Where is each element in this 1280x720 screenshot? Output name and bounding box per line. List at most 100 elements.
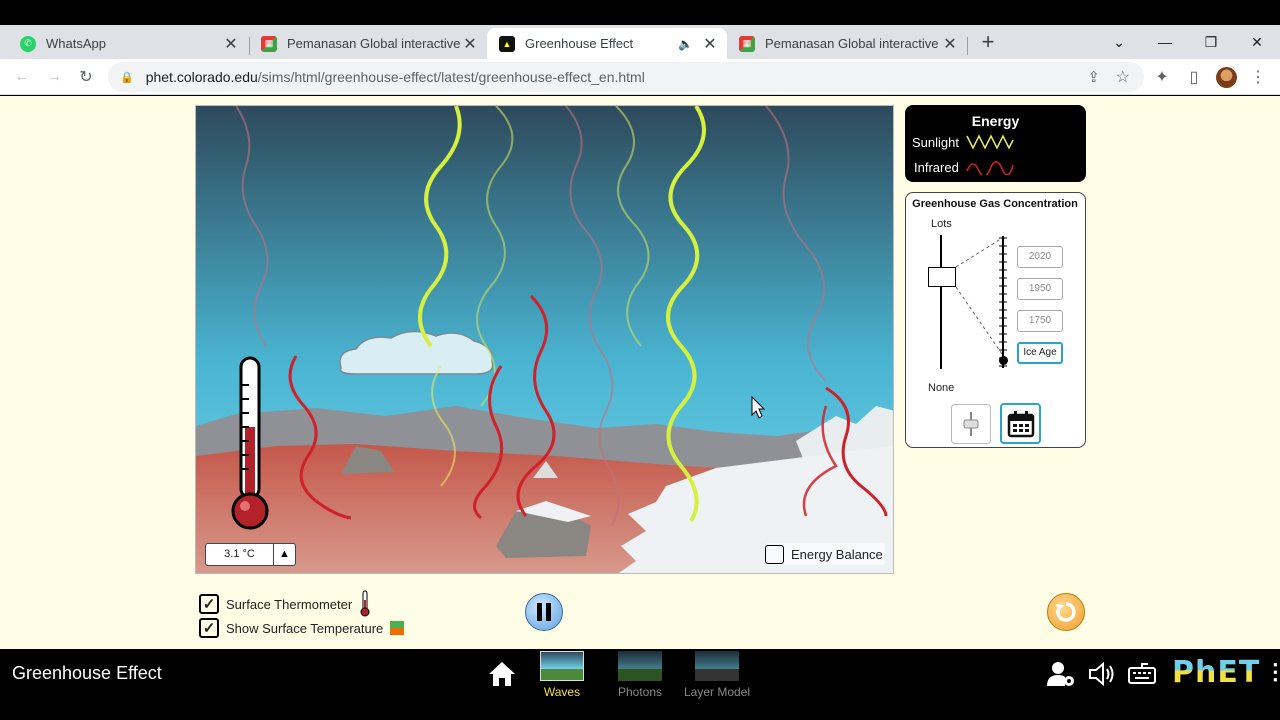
- tab-strip: ✆ WhatsApp ✕ ▦ Pemanasan Global interact…: [0, 25, 1280, 59]
- surface-thermometer-label: Surface Thermometer: [226, 596, 353, 612]
- reload-button[interactable]: ↻: [74, 65, 98, 89]
- energy-balance-toggle[interactable]: Energy Balance: [765, 543, 885, 565]
- browser-toolbar: ← → ↻ 🔒 phet.colorado.edu/sims/html/gree…: [0, 59, 1280, 95]
- whatsapp-icon: ✆: [20, 35, 36, 52]
- tab-greenhouse-effect[interactable]: ▲ Greenhouse Effect 🔈 ✕: [487, 28, 727, 59]
- lots-label: Lots: [931, 218, 952, 230]
- phet-menu-icon[interactable]: ⋮: [1264, 659, 1280, 685]
- concentration-slider-track: [940, 235, 942, 369]
- screen-label: Waves: [543, 685, 581, 699]
- extensions-puzzle-icon[interactable]: ✦: [1150, 65, 1174, 89]
- speaker-icon: [1089, 661, 1114, 687]
- side-panel-icon[interactable]: ▯: [1182, 65, 1206, 89]
- forward-button[interactable]: →: [42, 65, 66, 89]
- reset-all-button[interactable]: [1047, 593, 1085, 631]
- calendar-icon: [1007, 410, 1034, 437]
- zoomed-scale-marker: [999, 356, 1008, 365]
- temperature-value: 3.1 °C: [224, 548, 255, 560]
- preferences-button[interactable]: [1047, 661, 1075, 687]
- era-button-1750[interactable]: 1750: [1017, 310, 1063, 332]
- sim-title: Greenhouse Effect: [12, 663, 162, 683]
- home-button[interactable]: [488, 661, 516, 687]
- speaker-icon[interactable]: 🔈: [678, 37, 693, 51]
- show-surface-temperature-toggle[interactable]: ✓ Show Surface Temperature: [199, 618, 405, 638]
- tab-title: Greenhouse Effect: [525, 36, 634, 51]
- close-icon[interactable]: ✕: [222, 34, 240, 54]
- era-button-ice-age[interactable]: Ice Age: [1017, 342, 1063, 364]
- simulation-area[interactable]: 3.1 °C ▲ Energy Balance: [195, 105, 894, 574]
- profile-avatar[interactable]: [1216, 67, 1237, 88]
- sunlight-label: Sunlight: [912, 135, 959, 150]
- show-surface-temperature-checkbox[interactable]: ✓: [199, 618, 219, 638]
- window-top-edge: [0, 0, 1280, 25]
- slider-mode-button[interactable]: [951, 404, 991, 444]
- tab-divider: [967, 37, 968, 55]
- address-bar[interactable]: 🔒 phet.colorado.edu/sims/html/greenhouse…: [108, 62, 1144, 92]
- units-toggle-button[interactable]: ▲: [273, 544, 295, 565]
- close-icon[interactable]: ✕: [461, 34, 479, 54]
- screen-layer-model[interactable]: Layer Model: [682, 651, 752, 699]
- pause-button[interactable]: [525, 593, 563, 631]
- tab-search-chevron-icon[interactable]: ⌄: [1096, 25, 1142, 59]
- lock-icon[interactable]: 🔒: [120, 71, 134, 84]
- bookmark-star-icon[interactable]: ☆: [1116, 67, 1130, 87]
- energy-balance-label: Energy Balance: [791, 546, 883, 562]
- keyboard-icon: [1128, 663, 1156, 684]
- scene-svg: [196, 106, 893, 573]
- phet-navigation-bar: Greenhouse Effect Waves Photons Layer Mo…: [0, 649, 1280, 720]
- restore-button[interactable]: ❐: [1188, 25, 1234, 59]
- era-button-2020[interactable]: 2020: [1017, 246, 1063, 268]
- minimize-button[interactable]: —: [1142, 25, 1188, 59]
- infrared-wave-icon: [966, 161, 1014, 175]
- screen-waves[interactable]: Waves: [527, 651, 597, 699]
- sound-button[interactable]: [1088, 661, 1116, 687]
- calendar-mode-button[interactable]: [1000, 403, 1041, 444]
- phet-logo[interactable]: PhET ⋮: [1172, 654, 1280, 690]
- energy-legend-title: Energy: [971, 113, 1020, 129]
- screen-label: Photons: [617, 685, 663, 699]
- back-button[interactable]: ←: [10, 65, 34, 89]
- share-icon[interactable]: ⇪: [1087, 68, 1100, 86]
- thermometer-small-icon: [360, 590, 370, 617]
- keyboard-help-button[interactable]: [1128, 661, 1156, 687]
- surface-thermometer-toggle[interactable]: ✓ Surface Thermometer: [199, 590, 371, 618]
- close-icon[interactable]: ✕: [701, 34, 719, 54]
- tab-title: Pemanasan Global interactive exe: [765, 36, 941, 51]
- temperature-color-swatch-icon: [390, 621, 405, 635]
- surface-thermometer[interactable]: [230, 355, 270, 533]
- phet-icon: ▲: [499, 35, 515, 52]
- reset-icon: [1056, 602, 1076, 622]
- layer-model-thumbnail: [695, 651, 739, 681]
- url-host: phet.colorado.edu: [145, 69, 258, 85]
- tab-title: Pemanasan Global interactive exe: [287, 36, 461, 51]
- surface-thermometer-checkbox[interactable]: ✓: [199, 594, 219, 614]
- tab-pemanasan-1[interactable]: ▦ Pemanasan Global interactive exe ✕: [249, 28, 487, 59]
- photons-thumbnail: [618, 651, 662, 681]
- energy-balance-checkbox[interactable]: [765, 544, 784, 564]
- none-label: None: [928, 382, 955, 394]
- close-window-button[interactable]: ✕: [1234, 25, 1280, 59]
- energy-legend-panel: Energy Sunlight Infrared: [905, 105, 1086, 182]
- tab-title: WhatsApp: [46, 36, 106, 51]
- pause-icon: [537, 603, 551, 621]
- concentration-slider-thumb[interactable]: [928, 267, 956, 287]
- zoomed-scale-ticks: [999, 237, 1007, 367]
- close-icon[interactable]: ✕: [941, 34, 959, 54]
- page-content: 3.1 °C ▲ Energy Balance Energy Sunlight …: [0, 96, 1280, 649]
- era-button-1950[interactable]: 1950: [1017, 278, 1063, 300]
- sunlight-wave-icon: [966, 134, 1014, 150]
- new-tab-button[interactable]: +: [976, 30, 1000, 54]
- more-menu-icon[interactable]: ⋮: [1246, 65, 1270, 89]
- liveworksheets-icon: ▦: [739, 35, 755, 52]
- screen-photons[interactable]: Photons: [605, 651, 675, 699]
- url-path: /sims/html/greenhouse-effect/latest/gree…: [257, 69, 645, 85]
- liveworksheets-icon: ▦: [261, 35, 277, 52]
- infrared-label: Infrared: [914, 160, 959, 175]
- ggc-title: Greenhouse Gas Concentration: [912, 198, 1078, 210]
- greenhouse-gas-panel: Greenhouse Gas Concentration Lots None 2…: [905, 192, 1086, 448]
- screen-label: Layer Model: [683, 685, 751, 699]
- user-settings-icon: [1047, 662, 1074, 686]
- thermometer-icon: [231, 356, 269, 530]
- tab-whatsapp[interactable]: ✆ WhatsApp ✕: [8, 28, 248, 59]
- tab-pemanasan-2[interactable]: ▦ Pemanasan Global interactive exe ✕: [727, 28, 967, 59]
